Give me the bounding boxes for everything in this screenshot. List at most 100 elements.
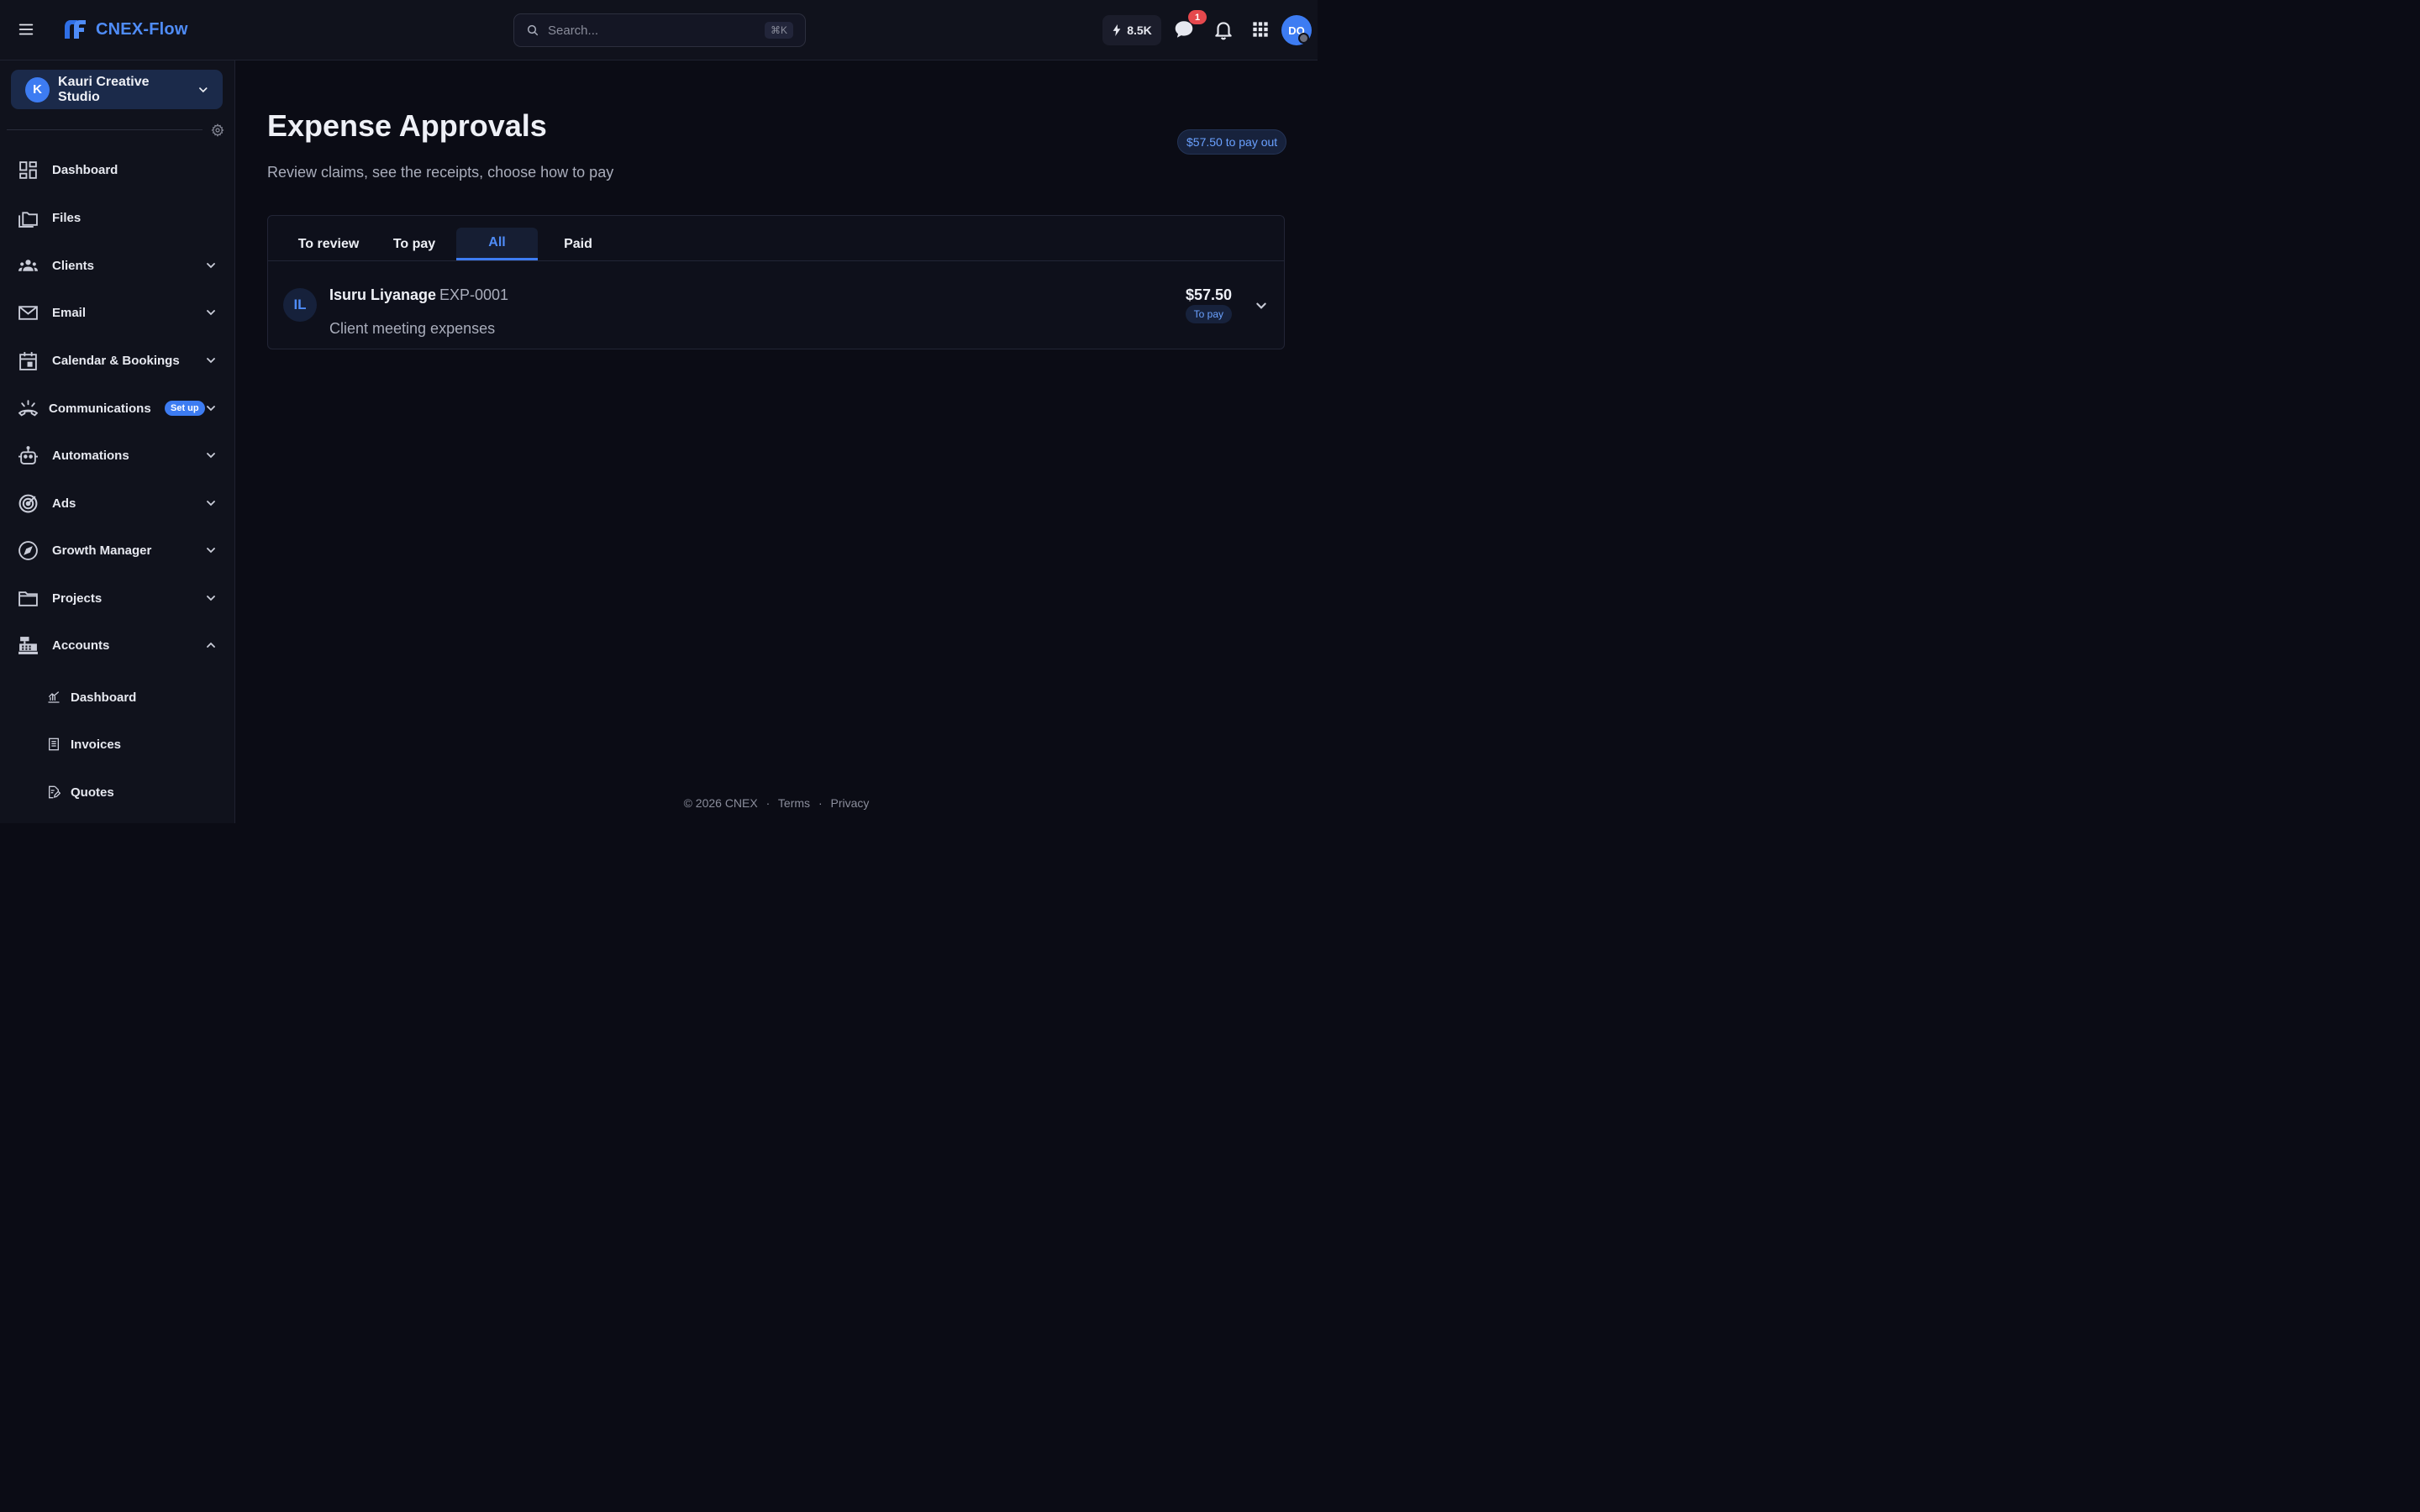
setup-badge: Set up — [165, 401, 205, 416]
sidebar-subitem-label: Dashboard — [71, 690, 137, 705]
search-shortcut: ⌘K — [764, 22, 793, 39]
sidebar-subitem-accounts-dashboard[interactable]: Dashboard — [0, 679, 235, 716]
sidebar-subitem-invoices[interactable]: Invoices — [0, 726, 235, 763]
tab-all[interactable]: All — [456, 228, 538, 260]
chevron-down-icon — [207, 453, 215, 459]
clients-icon — [18, 259, 38, 271]
chevron-up-icon — [207, 642, 215, 648]
sidebar-subitem-label: Invoices — [71, 737, 122, 752]
status-tabs: To review To pay All Paid — [268, 216, 1284, 261]
robot-icon — [18, 445, 38, 465]
quote-icon — [49, 785, 60, 799]
sidebar-item-label: Files — [52, 210, 82, 225]
workspace-avatar: K — [25, 76, 50, 102]
phone-icon — [18, 399, 39, 416]
search-icon — [527, 24, 539, 36]
sidebar-item-projects[interactable]: Projects — [0, 580, 235, 617]
sidebar-item-clients[interactable]: Clients — [0, 247, 235, 284]
logo-icon — [65, 20, 86, 39]
sidebar: K Kauri Creative Studio Dashboard Files — [0, 60, 235, 823]
claimant-avatar: IL — [283, 288, 317, 322]
sidebar-item-label: Accounts — [52, 638, 110, 653]
sidebar-item-label: Email — [52, 305, 87, 320]
chevron-down-icon — [207, 310, 215, 316]
chevron-down-icon — [207, 548, 215, 554]
compass-icon — [18, 540, 38, 560]
copyright: © 2026 CNEX — [683, 796, 758, 810]
credits-value: 8.5K — [1127, 24, 1152, 37]
invoice-icon — [49, 738, 59, 751]
app-root: CNEX-Flow ⌘K 8.5K 1 DO — [0, 0, 1318, 823]
footer-separator: · — [765, 796, 771, 810]
main-content: Expense Approvals Review claims, see the… — [235, 60, 1318, 823]
sidebar-item-label: Calendar & Bookings — [52, 353, 180, 368]
status-badge: To pay — [1185, 305, 1232, 323]
sidebar-item-label: Projects — [52, 591, 103, 606]
sidebar-item-label: Growth Manager — [52, 543, 152, 558]
expense-amount: $57.50 — [1185, 286, 1232, 303]
privacy-link[interactable]: Privacy — [831, 796, 870, 810]
folder-icon — [18, 591, 38, 606]
dashboard-icon — [19, 160, 37, 179]
sidebar-item-label: Communications — [49, 401, 151, 416]
sidebar-item-email[interactable]: Email — [0, 294, 235, 331]
sidebar-item-label: Dashboard — [52, 162, 118, 177]
sidebar-item-files[interactable]: Files — [0, 199, 235, 236]
app-name: CNEX-Flow — [96, 19, 188, 39]
chat-unread-badge: 1 — [1188, 10, 1207, 24]
sidebar-item-growth-manager[interactable]: Growth Manager — [0, 532, 235, 569]
sidebar-item-calendar-bookings[interactable]: Calendar & Bookings — [0, 342, 235, 379]
page-subtitle: Review claims, see the receipts, choose … — [267, 164, 614, 181]
chevron-down-icon — [199, 87, 208, 92]
bell-icon[interactable] — [1213, 18, 1234, 40]
menu-icon[interactable] — [17, 20, 35, 39]
files-icon — [18, 211, 38, 228]
expenses-card: To review To pay All Paid IL Isuru Liyan… — [267, 215, 1285, 349]
expense-id: EXP-0001 — [439, 286, 509, 303]
lightning-icon — [1113, 24, 1121, 36]
workspace-switcher[interactable]: K Kauri Creative Studio — [11, 70, 223, 109]
sidebar-item-accounts[interactable]: Accounts — [0, 627, 235, 664]
user-status-indicator — [1298, 33, 1309, 44]
chevron-down-icon — [207, 358, 215, 364]
chevron-down-icon — [207, 406, 215, 412]
footer: © 2026 CNEX · Terms · Privacy — [235, 796, 1318, 810]
chevron-down-icon — [207, 263, 215, 269]
sidebar-item-label: Ads — [52, 496, 76, 511]
sidebar-subitem-label: Quotes — [71, 785, 114, 800]
search-bar[interactable]: ⌘K — [513, 13, 806, 47]
sidebar-item-label: Automations — [52, 448, 129, 463]
gear-icon[interactable] — [211, 123, 224, 137]
claimant-name: Isuru Liyanage — [329, 286, 437, 303]
sidebar-divider — [7, 129, 203, 130]
expense-row[interactable]: IL Isuru Liyanage EXP-0001 Client meetin… — [268, 261, 1284, 349]
chevron-down-icon[interactable] — [1255, 300, 1267, 312]
calendar-icon — [19, 351, 37, 370]
expense-description: Client meeting expenses — [329, 320, 496, 337]
target-icon — [18, 494, 38, 512]
sidebar-item-communications[interactable]: Communications Set up — [0, 390, 235, 427]
apps-grid-icon[interactable] — [1249, 18, 1271, 40]
sidebar-item-automations[interactable]: Automations — [0, 437, 235, 474]
credits-button[interactable]: 8.5K — [1102, 15, 1161, 45]
payout-total-badge: $57.50 to pay out — [1177, 129, 1287, 155]
search-input[interactable] — [548, 23, 765, 38]
footer-separator: · — [818, 796, 823, 810]
terms-link[interactable]: Terms — [778, 796, 810, 810]
sidebar-item-dashboard[interactable]: Dashboard — [0, 151, 235, 188]
chevron-down-icon — [207, 596, 215, 601]
top-bar: CNEX-Flow ⌘K 8.5K 1 DO — [0, 0, 1318, 60]
chart-icon — [48, 691, 60, 703]
sidebar-item-label: Clients — [52, 258, 95, 273]
workspace-name: Kauri Creative Studio — [58, 74, 150, 104]
sidebar-item-ads[interactable]: Ads — [0, 485, 235, 522]
register-icon — [18, 636, 38, 654]
email-icon — [18, 305, 38, 320]
tab-paid[interactable]: Paid — [546, 228, 610, 260]
app-logo[interactable]: CNEX-Flow — [60, 15, 188, 44]
tab-to-pay[interactable]: To pay — [379, 228, 450, 260]
tab-to-review[interactable]: To review — [287, 228, 371, 260]
chevron-down-icon — [207, 501, 215, 507]
sidebar-subitem-quotes[interactable]: Quotes — [0, 774, 235, 811]
page-title: Expense Approvals — [267, 108, 547, 143]
